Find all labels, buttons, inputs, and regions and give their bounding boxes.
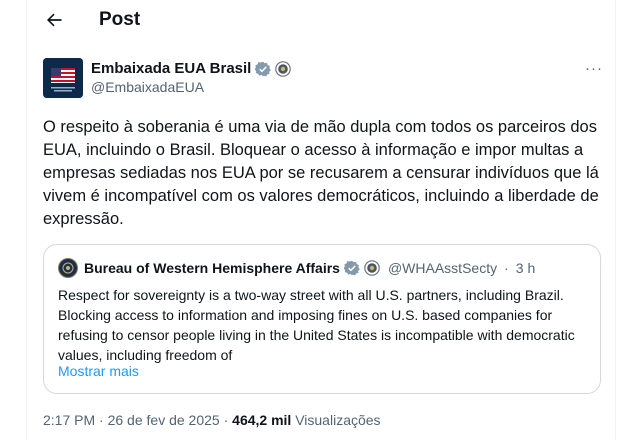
views-label: Visualizações — [295, 412, 381, 428]
dot-separator: · — [223, 412, 229, 428]
dot-separator: · — [504, 260, 509, 276]
post-column: Post Embaixada EUA Brasil @EmbaixadaEUA … — [26, 0, 616, 440]
page-title: Post — [99, 9, 141, 30]
post-header: Post — [27, 0, 617, 40]
government-seal-icon[interactable] — [275, 60, 292, 77]
show-more-link[interactable]: Mostrar mais — [58, 363, 139, 379]
views-count[interactable]: 464,2 mil — [232, 412, 291, 428]
author-avatar[interactable] — [43, 58, 83, 98]
post-meta: 2:17 PM · 26 de fev de 2025 · 464,2 mil … — [43, 412, 381, 428]
quoted-post-header: Bureau of Western Hemisphere Affairs @WH… — [58, 258, 535, 278]
more-options-icon[interactable]: ··· — [585, 60, 603, 77]
quoted-author-handle[interactable]: @WHAAsstSecty — [388, 260, 497, 276]
author-name[interactable]: Embaixada EUA Brasil — [91, 60, 251, 77]
author-name-row: Embaixada EUA Brasil — [91, 60, 292, 77]
post-time[interactable]: 2:17 PM — [43, 412, 95, 428]
gray-verified-badge-icon[interactable] — [343, 260, 360, 276]
arrow-left-icon — [47, 13, 62, 27]
dot-separator: · — [99, 412, 104, 428]
bureau-seal-avatar-image — [60, 260, 76, 276]
gray-verified-badge-icon[interactable] — [255, 61, 272, 77]
post-text: O respeito à soberania é uma via de mão … — [43, 118, 599, 228]
quoted-post-text: Respect for sovereignty is a two-way str… — [58, 287, 575, 363]
post-date[interactable]: 26 de fev de 2025 — [108, 412, 220, 428]
author-handle[interactable]: @EmbaixadaEUA — [91, 79, 204, 95]
us-flag-avatar-image — [43, 58, 83, 98]
quoted-post-time[interactable]: 3 h — [516, 260, 535, 276]
quoted-post[interactable]: Bureau of Western Hemisphere Affairs @WH… — [43, 244, 601, 394]
back-button[interactable] — [43, 9, 65, 31]
quoted-author-avatar[interactable] — [58, 258, 78, 278]
quoted-author-name[interactable]: Bureau of Western Hemisphere Affairs — [84, 260, 340, 276]
government-seal-icon[interactable] — [364, 260, 380, 276]
post-author: Embaixada EUA Brasil @EmbaixadaEUA ··· — [43, 58, 603, 100]
